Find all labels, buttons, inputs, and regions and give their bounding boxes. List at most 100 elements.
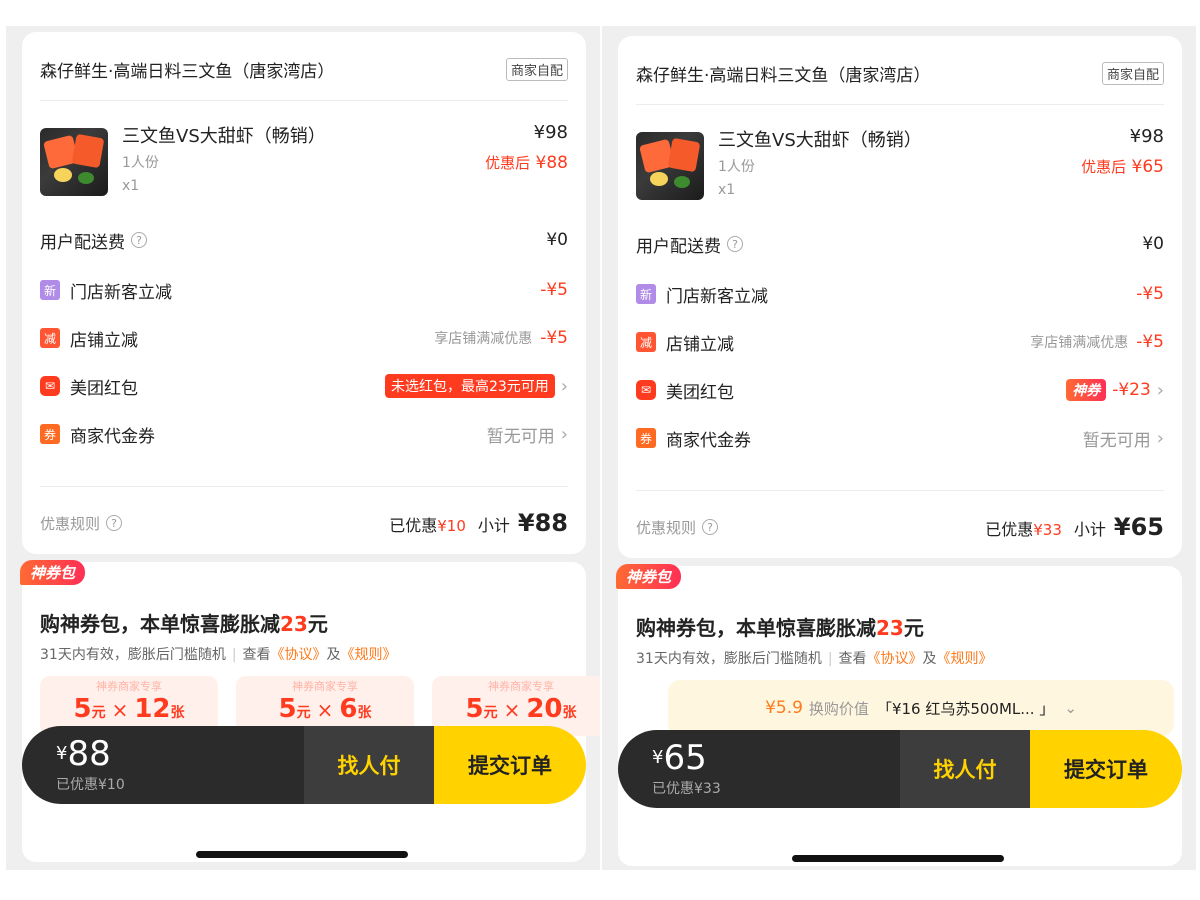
pay-by-friend-button[interactable]: 找人付 — [900, 730, 1030, 808]
help-icon[interactable]: ? — [702, 519, 719, 535]
store-discount-value: -¥5 — [540, 328, 568, 348]
store-name[interactable]: 森仔鲜生·高端日料三文鱼（唐家湾店） — [636, 61, 930, 86]
coupon-pack-title: 购神券包，本单惊喜膨胀减23元 — [636, 616, 924, 640]
total-section: ¥88 已优惠¥10 — [22, 726, 304, 804]
discount-rules-label[interactable]: 优惠规则 — [40, 513, 100, 534]
chevron-right-icon[interactable]: › — [561, 424, 568, 445]
discount-rules-label[interactable]: 优惠规则 — [636, 517, 696, 538]
new-customer-label: 门店新客立减 — [666, 286, 768, 307]
delivery-badge: 商家自配 — [1101, 61, 1164, 85]
new-customer-value: -¥5 — [540, 280, 568, 300]
product-spec: 1人份 — [718, 159, 755, 175]
total-section: ¥65 已优惠¥33 — [618, 730, 900, 808]
help-icon[interactable]: ? — [727, 236, 743, 252]
voucher-value: 暂无可用 — [486, 426, 555, 447]
voucher-label: 商家代金券 — [70, 426, 155, 447]
product-item[interactable]: 三文鱼VS大甜虾（畅销） 1人份 x1 ¥98 优惠后 ¥65 — [636, 126, 1164, 206]
red-envelope-icon: ✉ — [636, 380, 656, 400]
new-customer-label: 门店新客立减 — [70, 282, 172, 303]
discount-tag-icon: 减 — [636, 332, 656, 352]
chevron-down-icon[interactable]: ⌄ — [1064, 699, 1077, 717]
coupon-pack-card: 神券包 购神券包，本单惊喜膨胀减23元 31天内有效，膨胀后门槛随机 | 查看《协议… — [616, 564, 1182, 866]
voucher-row[interactable]: 券商家代金券 暂无可用 › — [40, 420, 568, 448]
red-packet-row[interactable]: ✉ 美团红包 未选红包，最高23元可用 › — [40, 372, 568, 400]
agreement-link[interactable]: 《协议》 — [867, 651, 923, 667]
product-item[interactable]: 三文鱼VS大甜虾（畅销） 1人份 x1 ¥98 优惠后 ¥88 — [40, 122, 568, 202]
red-packet-pill[interactable]: 未选红包，最高23元可用 — [384, 374, 555, 398]
red-packet-label: 美团红包 — [666, 382, 734, 403]
home-indicator[interactable] — [792, 855, 1004, 862]
voucher-row[interactable]: 券商家代金券 暂无可用 › — [636, 424, 1164, 452]
agreement-link[interactable]: 《协议》 — [271, 647, 327, 663]
new-customer-value: -¥5 — [1136, 284, 1164, 304]
pay-by-friend-button[interactable]: 找人付 — [304, 726, 434, 804]
delivery-fee-value: ¥0 — [1142, 234, 1164, 254]
product-name: 三文鱼VS大甜虾（畅销） — [718, 130, 922, 151]
total-saved: 已优惠¥10 — [56, 777, 125, 793]
coupon-pack-title: 购神券包，本单惊喜膨胀减23元 — [40, 612, 328, 636]
store-discount-note: 享店铺满减优惠 — [434, 331, 533, 347]
store-header: 森仔鲜生·高端日料三文鱼（唐家湾店） 商家自配 — [636, 60, 1164, 86]
exchange-label: 换购价值 — [808, 699, 869, 718]
red-packet-value: -¥23 — [1112, 380, 1151, 400]
saved-value: ¥33 — [1033, 521, 1062, 539]
store-name[interactable]: 森仔鲜生·高端日料三文鱼（唐家湾店） — [40, 57, 334, 82]
total-amount: ¥65 — [652, 738, 707, 778]
voucher-tag-icon: 券 — [636, 428, 656, 448]
exchange-price: ¥5.9 — [765, 698, 803, 718]
new-customer-row: 新门店新客立减 -¥5 — [636, 280, 1164, 308]
subtotal-label: 小计 — [477, 516, 510, 535]
product-thumbnail — [636, 132, 704, 200]
divider — [636, 490, 1164, 491]
delivery-badge: 商家自配 — [505, 57, 568, 81]
chevron-right-icon[interactable]: › — [561, 376, 568, 397]
home-indicator[interactable] — [196, 851, 408, 858]
voucher-value: 暂无可用 — [1082, 430, 1151, 451]
product-qty: x1 — [122, 178, 140, 194]
store-discount-note: 享店铺满减优惠 — [1030, 335, 1129, 351]
exchange-offer-banner[interactable]: ¥5.9 换购价值 「¥16 红乌苏500ML... 」 ⌄ — [668, 680, 1174, 736]
red-packet-label: 美团红包 — [70, 378, 138, 399]
product-price: ¥98 — [533, 122, 568, 143]
chevron-right-icon[interactable]: › — [1157, 380, 1164, 401]
store-discount-row: 减店铺立减 享店铺满减优惠 -¥5 — [636, 328, 1164, 356]
new-tag-icon: 新 — [40, 280, 60, 300]
submit-order-button[interactable]: 提交订单 — [434, 726, 586, 804]
new-customer-row: 新门店新客立减 -¥5 — [40, 276, 568, 304]
help-icon[interactable]: ? — [106, 515, 123, 531]
delivery-fee-row: 用户配送费? ¥0 — [636, 230, 1164, 258]
chevron-right-icon[interactable]: › — [1157, 428, 1164, 449]
subtotal-value: ¥88 — [517, 509, 568, 537]
help-icon[interactable]: ? — [131, 232, 147, 248]
red-envelope-icon: ✉ — [40, 376, 60, 396]
store-discount-value: -¥5 — [1136, 332, 1164, 352]
store-discount-label: 店铺立减 — [70, 330, 138, 351]
submit-order-button[interactable]: 提交订单 — [1030, 730, 1182, 808]
discount-tag-icon: 减 — [40, 328, 60, 348]
delivery-fee-label: 用户配送费 — [40, 232, 125, 253]
saved-label: 已优惠 — [985, 520, 1034, 539]
order-card: 森仔鲜生·高端日料三文鱼（唐家湾店） 商家自配 三文鱼VS大甜虾（畅销） 1人份… — [22, 32, 586, 554]
red-packet-row[interactable]: ✉ 美团红包 神券 -¥23 › — [636, 376, 1164, 404]
coupon-pack-badge: 神券包 — [616, 564, 682, 589]
rules-link[interactable]: 《规则》 — [341, 647, 397, 663]
rules-link[interactable]: 《规则》 — [937, 651, 993, 667]
coupon-pack-card: 神券包 购神券包，本单惊喜膨胀减23元 31天内有效，膨胀后门槛随机 | 查看《协议… — [20, 560, 600, 862]
total-saved: 已优惠¥33 — [652, 781, 721, 797]
price-summary: 优惠规则? 已优惠 ¥33 小计 ¥65 — [636, 510, 1164, 544]
divider — [40, 100, 568, 101]
store-discount-label: 店铺立减 — [666, 334, 734, 355]
product-spec: 1人份 — [122, 155, 159, 171]
product-qty: x1 — [718, 182, 736, 198]
coupon-pack-subtitle: 31天内有效，膨胀后门槛随机 | 查看《协议》及《规则》 — [636, 651, 993, 667]
price-summary: 优惠规则? 已优惠 ¥10 小计 ¥88 — [40, 506, 568, 540]
product-price: ¥98 — [1129, 126, 1164, 147]
subtotal-value: ¥65 — [1113, 513, 1164, 541]
saved-value: ¥10 — [437, 517, 466, 535]
coupon-pack-subtitle: 31天内有效，膨胀后门槛随机 | 查看《协议》及《规则》 — [40, 647, 397, 663]
voucher-label: 商家代金券 — [666, 430, 751, 451]
checkout-bar: ¥88 已优惠¥10 找人付 提交订单 — [22, 726, 586, 804]
exchange-item: 「¥16 红乌苏500ML... 」 — [876, 699, 1055, 718]
shenquan-badge: 神券 — [1066, 379, 1107, 401]
saved-label: 已优惠 — [389, 516, 438, 535]
